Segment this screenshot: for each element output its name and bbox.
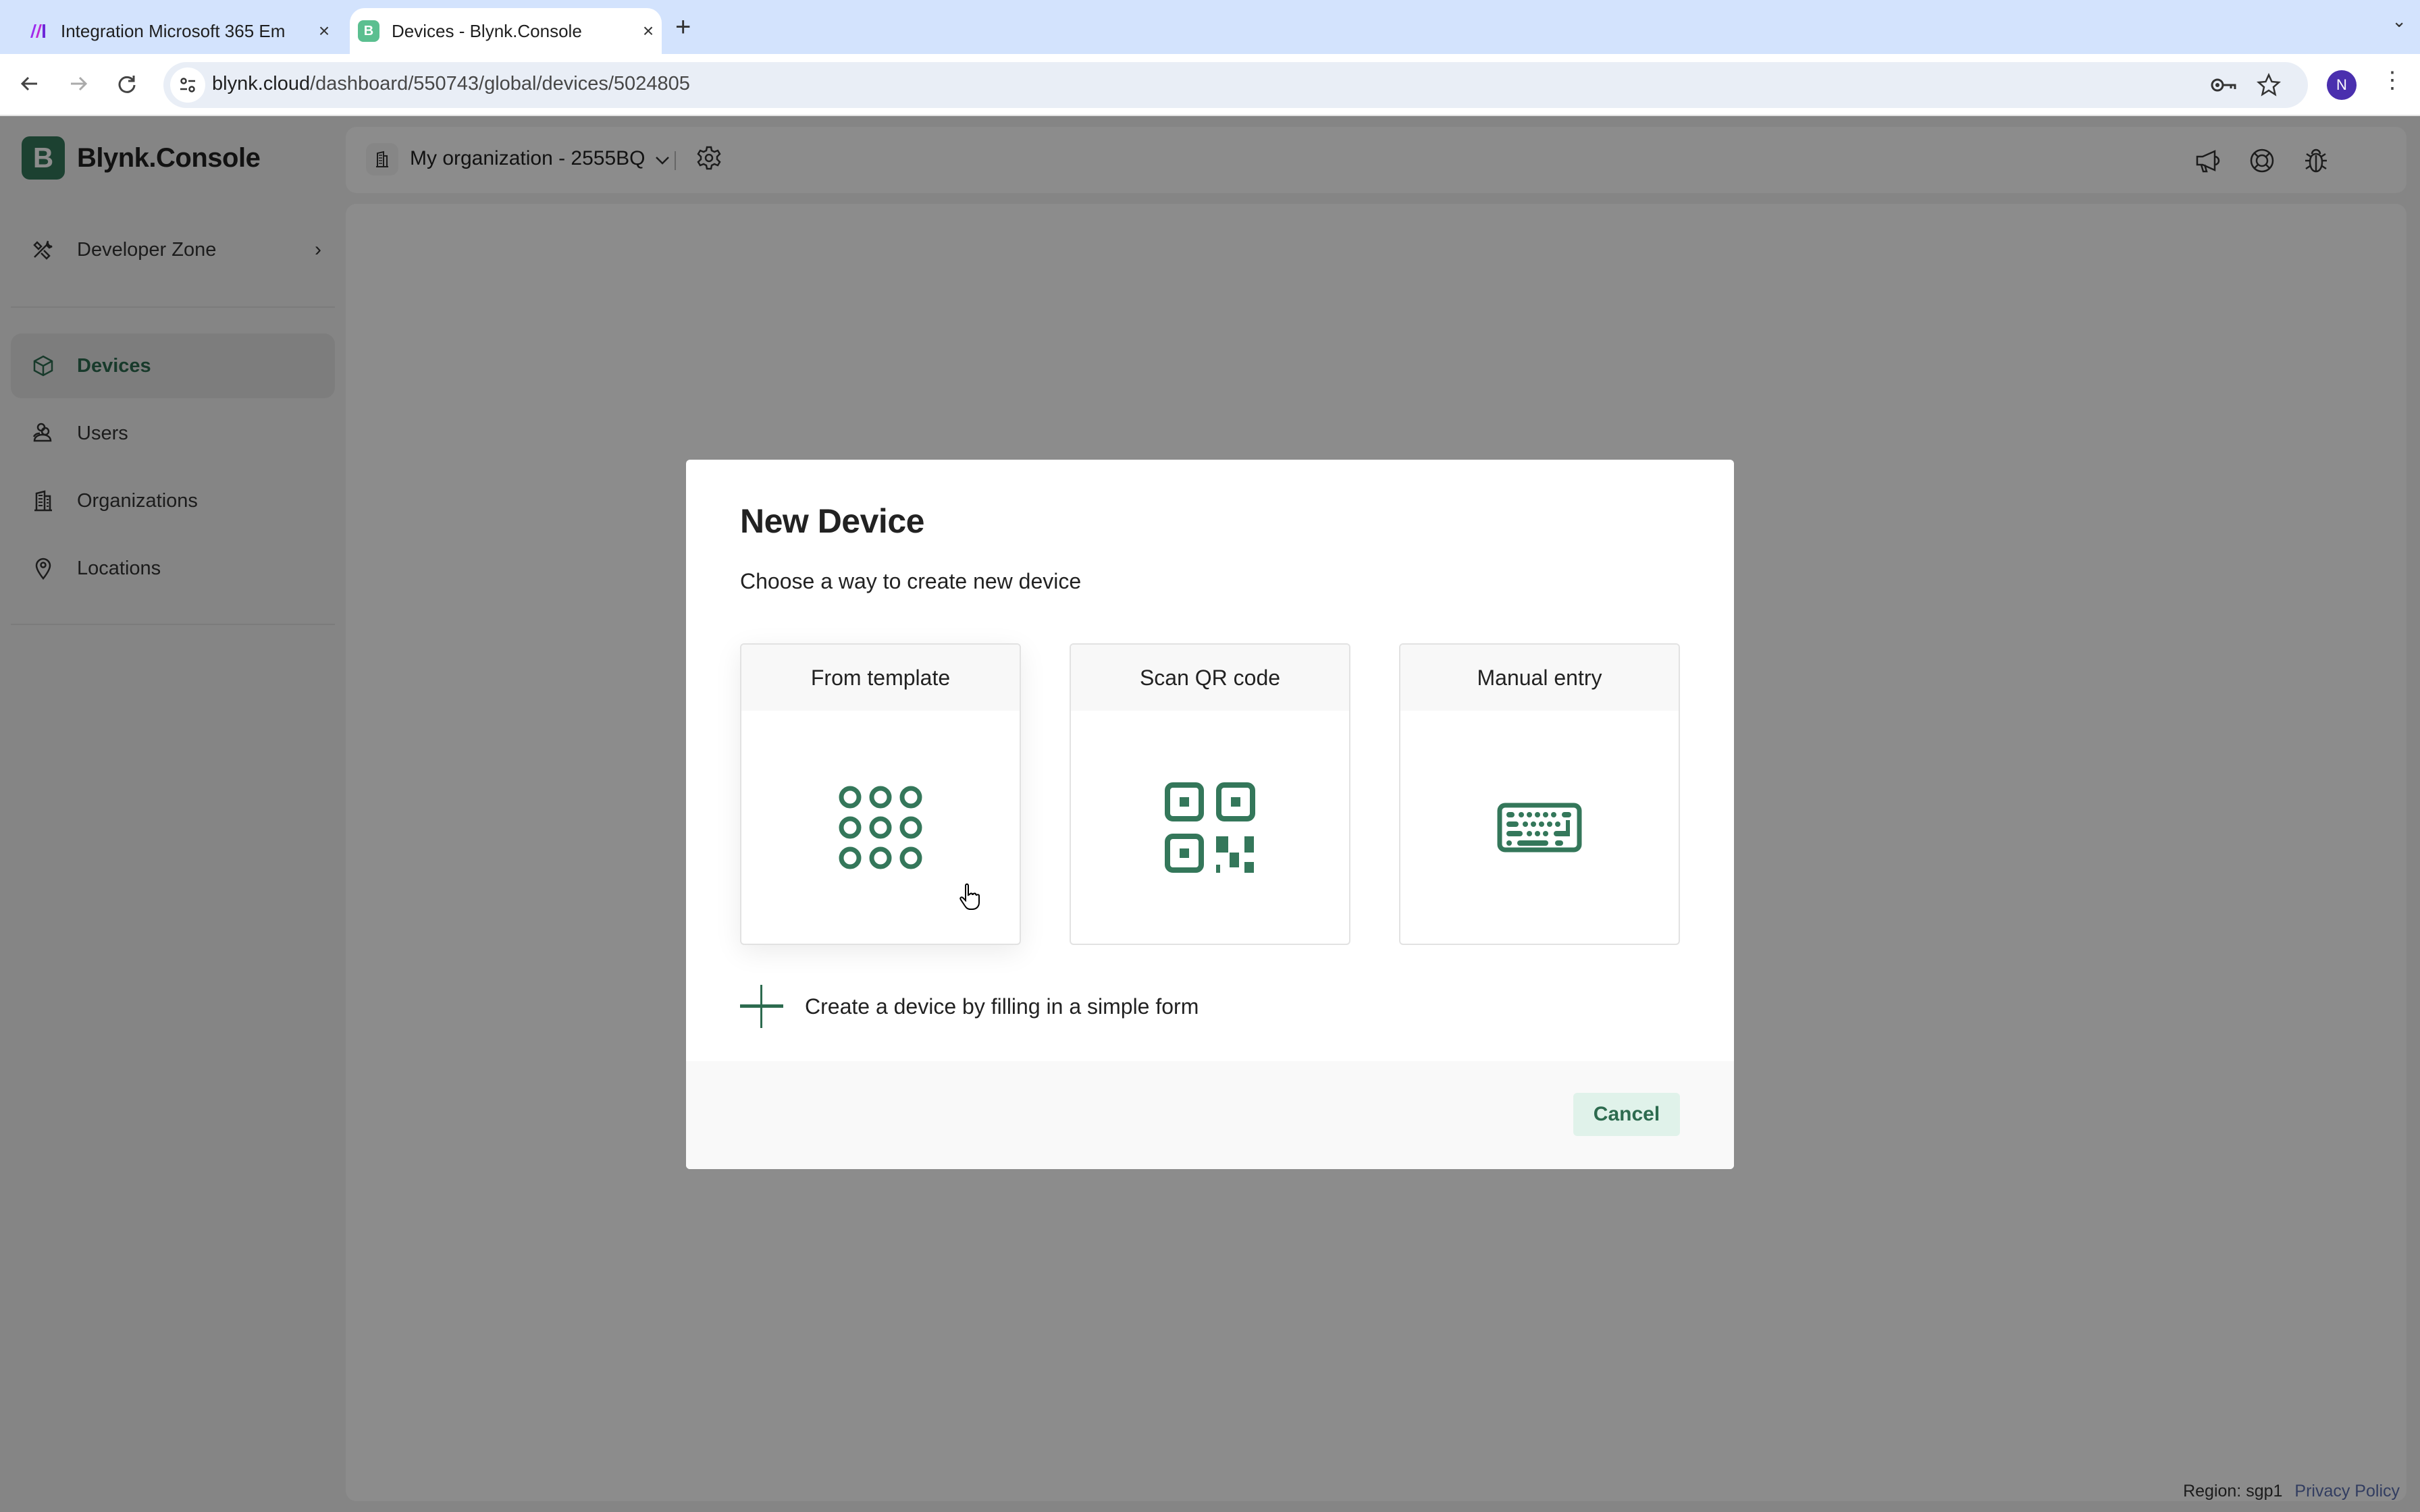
profile-avatar[interactable]: N bbox=[2327, 70, 2357, 100]
url-host: blynk.cloud bbox=[212, 73, 311, 94]
tab-title: Devices - Blynk.Console bbox=[392, 20, 582, 41]
new-device-dialog: New Device Choose a way to create new de… bbox=[686, 460, 1734, 1169]
option-scan-qr[interactable]: Scan QR code bbox=[1070, 643, 1350, 945]
url-text[interactable]: blynk.cloud/dashboard/550743/global/devi… bbox=[212, 73, 690, 95]
browser-tab-devices[interactable]: B Devices - Blynk.Console × bbox=[350, 8, 662, 54]
hand-cursor-icon bbox=[959, 883, 980, 910]
plus-icon bbox=[740, 985, 783, 1028]
blynk-favicon-icon: B bbox=[358, 20, 379, 42]
arrow-right-icon bbox=[71, 76, 88, 91]
address-bar[interactable]: blynk.cloud/dashboard/550743/global/devi… bbox=[163, 62, 2308, 108]
create-simple-form-link[interactable]: Create a device by filling in a simple f… bbox=[740, 985, 1199, 1028]
dialog-title: New Device bbox=[740, 502, 924, 540]
arrow-left-icon bbox=[20, 76, 37, 91]
template-grid-icon bbox=[839, 786, 922, 869]
simple-form-label: Create a device by filling in a simple f… bbox=[805, 994, 1199, 1019]
option-label: Scan QR code bbox=[1071, 645, 1349, 711]
browser-menu-icon[interactable]: ⋮ bbox=[2381, 69, 2404, 92]
reload-button[interactable] bbox=[111, 68, 143, 100]
tab-search-chevron-icon[interactable]: ⌄ bbox=[2392, 11, 2406, 32]
back-button[interactable] bbox=[14, 68, 46, 100]
option-manual-entry[interactable]: Manual entry bbox=[1399, 643, 1680, 945]
qr-code-icon bbox=[1165, 782, 1255, 873]
option-label: Manual entry bbox=[1400, 645, 1679, 711]
browser-tab-integration[interactable]: Integration Microsoft 365 Em × bbox=[27, 8, 338, 54]
browser-tab-bar: Integration Microsoft 365 Em × B Devices… bbox=[0, 0, 2420, 54]
option-label: From template bbox=[741, 645, 1020, 711]
make-logo-icon bbox=[27, 20, 49, 42]
cancel-button[interactable]: Cancel bbox=[1573, 1093, 1680, 1136]
tab-title: Integration Microsoft 365 Em bbox=[61, 20, 286, 41]
url-path: /dashboard/550743/global/devices/5024805 bbox=[310, 73, 690, 94]
dialog-footer: Cancel bbox=[686, 1061, 1734, 1169]
bookmark-star-icon[interactable] bbox=[2257, 73, 2281, 97]
password-key-icon[interactable] bbox=[2211, 76, 2238, 94]
close-tab-icon[interactable]: × bbox=[311, 20, 338, 42]
dialog-subtitle: Choose a way to create new device bbox=[740, 569, 1082, 593]
site-info-icon[interactable] bbox=[170, 68, 205, 103]
new-tab-button[interactable]: + bbox=[675, 12, 691, 43]
reload-icon bbox=[118, 76, 136, 93]
close-tab-icon[interactable]: × bbox=[635, 20, 662, 42]
forward-button[interactable] bbox=[62, 68, 95, 100]
keyboard-icon bbox=[1497, 803, 1582, 852]
browser-toolbar: blynk.cloud/dashboard/550743/global/devi… bbox=[0, 54, 2420, 116]
